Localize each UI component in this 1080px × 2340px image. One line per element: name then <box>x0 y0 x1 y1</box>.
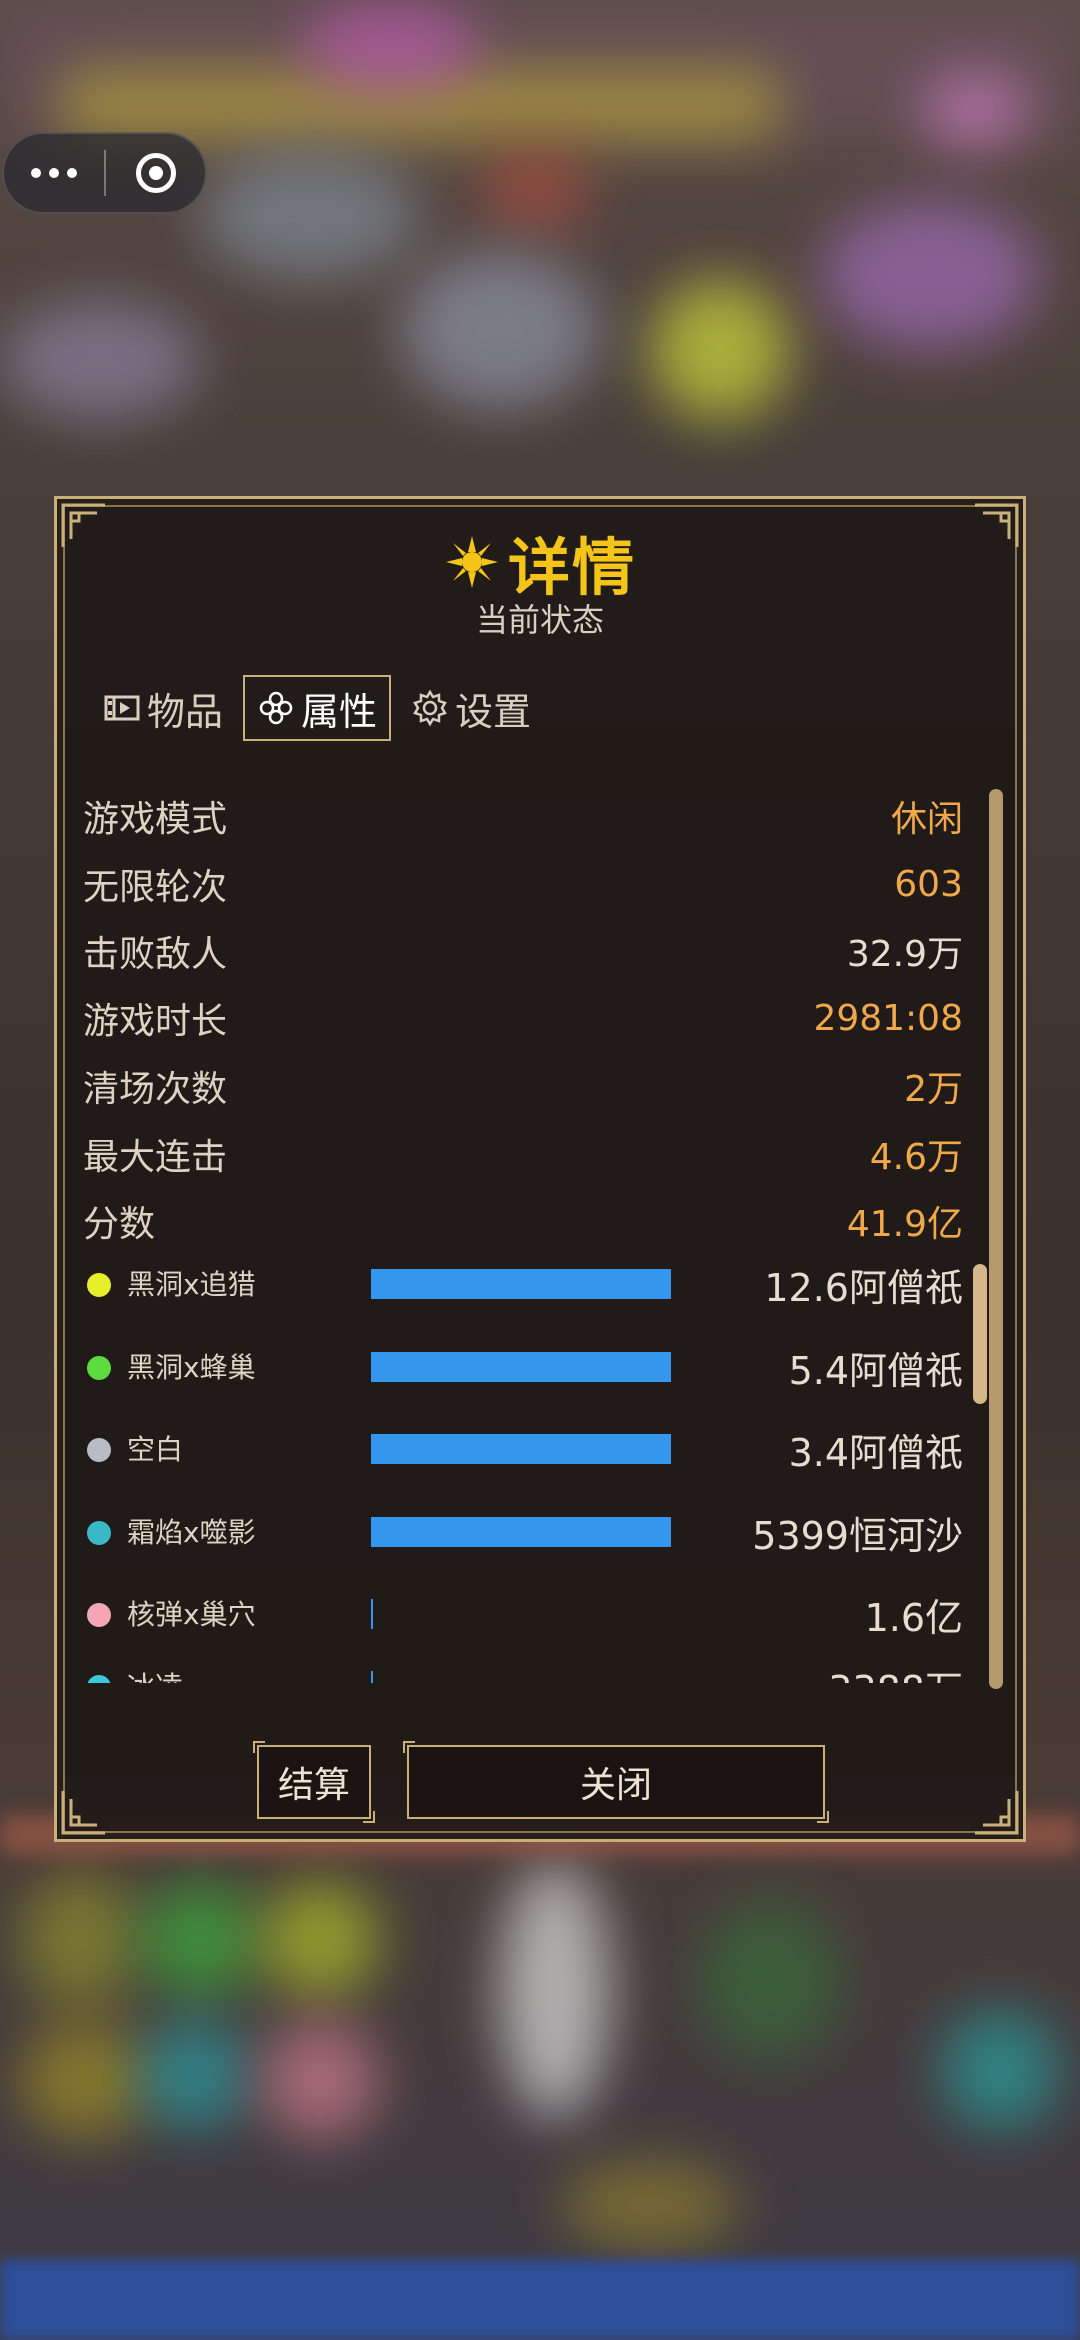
synergy-bar <box>371 1434 671 1464</box>
synergy-name: 霜焰x噬影 <box>127 1516 256 1549</box>
synergy-value: 5.4阿僧祇 <box>788 1349 963 1393</box>
stat-value: 4.6万 <box>869 1137 963 1178</box>
synergy-value: 3.4阿僧祇 <box>788 1431 963 1475</box>
target-circle-icon[interactable] <box>106 134 205 212</box>
synergy-row: 空白 3.4阿僧祇 <box>83 1416 963 1486</box>
film-icon <box>104 695 140 721</box>
stat-label: 击败敌人 <box>83 934 228 975</box>
synergy-scrollbar[interactable] <box>973 1264 987 1404</box>
stat-value: 603 <box>894 863 963 905</box>
stat-label: 最大连击 <box>83 1137 228 1178</box>
stat-value: 41.9亿 <box>846 1204 963 1245</box>
panel-title: 详情 <box>507 531 636 604</box>
synergy-dot-icon <box>87 1273 111 1297</box>
synergy-dot-icon <box>87 1521 111 1545</box>
tab-label: 物品 <box>147 689 224 734</box>
close-button[interactable]: 关闭 <box>403 1741 829 1823</box>
synergy-value: 12.6阿僧祇 <box>764 1266 963 1310</box>
tab-label: 属性 <box>301 689 378 734</box>
stat-value: 2981:08 <box>813 997 963 1039</box>
synergy-row: 霜焰x噬影 5399恒河沙 <box>83 1499 963 1569</box>
synergy-value: 3388万 <box>828 1659 963 1683</box>
stat-row-game-mode: 游戏模式 休闲 <box>83 783 963 849</box>
synergy-bar <box>371 1599 373 1629</box>
tab-label: 设置 <box>455 689 532 734</box>
stat-row-endless-rounds: 无限轮次 603 <box>83 851 963 917</box>
panel-header: 详情 <box>57 517 1023 607</box>
stat-label: 无限轮次 <box>83 867 228 908</box>
attribute-list[interactable]: 游戏模式 休闲 无限轮次 603 击败敌人 32.9万 游戏时长 2981:08… <box>83 783 963 1683</box>
stat-label: 游戏时长 <box>83 1001 228 1042</box>
tab-settings[interactable]: 设置 <box>399 675 543 741</box>
sun-star-icon <box>445 536 498 588</box>
stat-label: 清场次数 <box>83 1069 228 1110</box>
stat-value: 2万 <box>904 1069 963 1110</box>
settle-button[interactable]: 结算 <box>253 1741 375 1823</box>
tab-attributes[interactable]: 属性 <box>243 675 392 741</box>
stat-label: 游戏模式 <box>83 799 228 840</box>
stat-value: 32.9万 <box>846 934 963 975</box>
synergy-bar <box>371 1671 373 1683</box>
synergy-bar <box>371 1352 671 1382</box>
synergy-name: 黑洞x蜂巢 <box>127 1351 256 1384</box>
synergy-value: 1.6亿 <box>864 1596 963 1640</box>
synergy-name: 黑洞x追猎 <box>127 1268 256 1301</box>
stat-value: 休闲 <box>890 799 963 840</box>
synergy-bar <box>371 1517 671 1547</box>
stats-scrollbar[interactable] <box>989 789 1003 1689</box>
synergy-bar <box>371 1269 671 1299</box>
corner-ornament <box>61 1791 105 1835</box>
stat-row-enemies-defeated: 击败敌人 32.9万 <box>83 918 963 984</box>
stat-label: 分数 <box>83 1204 156 1245</box>
synergy-row: 黑洞x蜂巢 5.4阿僧祇 <box>83 1334 963 1404</box>
synergy-dot-icon <box>87 1675 111 1683</box>
stat-row-score: 分数 41.9亿 <box>83 1188 963 1254</box>
more-dots-icon[interactable] <box>4 134 104 212</box>
corner-ornament <box>975 1791 1019 1835</box>
clover-icon <box>259 691 293 725</box>
synergy-dot-icon <box>87 1603 111 1627</box>
tab-items[interactable]: 物品 <box>91 675 235 741</box>
synergy-name: 冰凌 <box>127 1665 183 1683</box>
synergy-dot-icon <box>87 1356 111 1380</box>
details-panel: 详情 当前状态 物品 属性 设置 游戏模式 休闲 无限轮次 603 击败敌人 3… <box>54 496 1026 1842</box>
synergy-row: 核弹x巢穴 1.6亿 <box>83 1581 963 1651</box>
stat-row-play-time: 游戏时长 2981:08 <box>83 985 963 1051</box>
stat-row-clear-count: 清场次数 2万 <box>83 1053 963 1119</box>
gear-icon <box>413 689 447 727</box>
synergy-name: 核弹x巢穴 <box>127 1598 256 1631</box>
panel-subtitle: 当前状态 <box>475 601 604 639</box>
synergy-value: 5399恒河沙 <box>752 1514 963 1558</box>
synergy-name: 空白 <box>127 1433 184 1466</box>
synergy-row: 冰凌 3388万 <box>83 1653 963 1683</box>
miniprogram-capsule <box>2 132 207 214</box>
tab-bar: 物品 属性 设置 <box>91 675 551 741</box>
stat-row-max-combo: 最大连击 4.6万 <box>83 1121 963 1187</box>
synergy-dot-icon <box>87 1438 111 1462</box>
synergy-row: 黑洞x追猎 12.6阿僧祇 <box>83 1251 963 1321</box>
